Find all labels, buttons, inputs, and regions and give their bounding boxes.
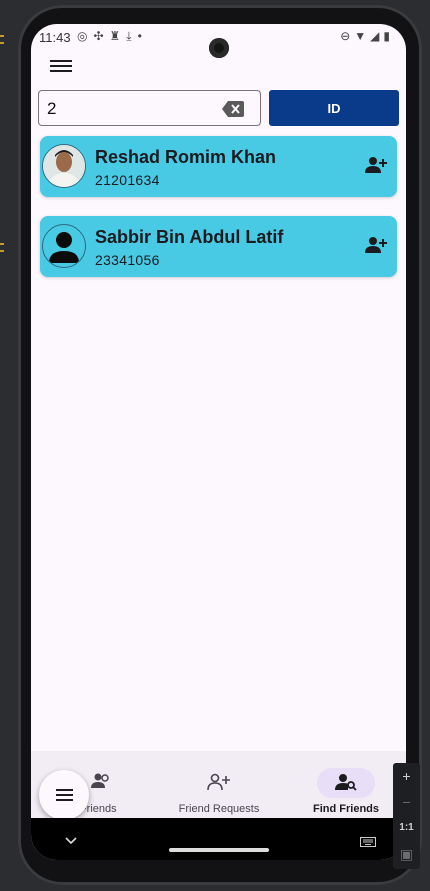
backspace-clear-icon[interactable]	[222, 101, 244, 122]
person-search-icon	[335, 773, 357, 796]
friend-name: Reshad Romim Khan	[95, 147, 277, 167]
add-friend-icon[interactable]	[365, 156, 387, 179]
fit-screen-icon[interactable]: ▣	[393, 841, 420, 867]
search-input[interactable]	[45, 97, 219, 121]
editor-gutter-mark	[0, 35, 4, 37]
nav-friend-requests[interactable]: Friend Requests	[164, 751, 274, 818]
status-time: 11:43	[39, 30, 71, 45]
result-card[interactable]: Reshad Romim Khan 21201634	[40, 136, 397, 197]
menu-icon[interactable]	[50, 57, 72, 77]
id-search-button[interactable]: ID	[269, 90, 399, 126]
actual-size-button[interactable]: 1:1	[393, 815, 420, 841]
result-card[interactable]: Sabbir Bin Abdul Latif 23341056	[40, 216, 397, 277]
phone-screen: 11:43 ◎✣♜⤓• ⊖▼◢▮ ID Reshad Romim Khan 21…	[31, 24, 406, 860]
nav-label: Find Friends	[313, 803, 379, 815]
chevron-down-icon[interactable]	[65, 832, 77, 850]
search-field[interactable]	[38, 90, 261, 126]
editor-gutter-mark	[0, 243, 4, 245]
friend-name: Sabbir Bin Abdul Latif	[95, 227, 284, 247]
add-friend-icon[interactable]	[365, 236, 387, 259]
menu-fab[interactable]	[39, 770, 89, 820]
nav-label: Friend Requests	[178, 803, 260, 815]
keyboard-icon[interactable]	[360, 834, 376, 852]
camera-cutout	[209, 38, 229, 58]
home-handle[interactable]	[169, 848, 269, 852]
zoom-in-button[interactable]: +	[393, 763, 420, 789]
bottom-navigation: y Friends Friend Requests Find Friends	[31, 751, 406, 818]
system-navigation-bar	[31, 818, 406, 860]
friends-icon	[90, 773, 112, 794]
editor-gutter-mark	[0, 250, 4, 252]
nav-find-friends[interactable]: Find Friends	[291, 751, 401, 818]
default-avatar-icon	[42, 224, 86, 268]
editor-gutter-mark	[0, 42, 4, 44]
avatar	[42, 144, 86, 188]
notification-icons: ◎✣♜⤓•	[77, 29, 148, 43]
friend-id: 23341056	[95, 252, 160, 268]
emulator-zoom-toolbar: + − 1:1 ▣	[393, 763, 420, 869]
person-add-icon	[207, 773, 231, 796]
system-status-icons: ⊖▼◢▮	[340, 29, 394, 43]
zoom-out-button[interactable]: −	[393, 789, 420, 815]
friend-id: 21201634	[95, 172, 160, 188]
